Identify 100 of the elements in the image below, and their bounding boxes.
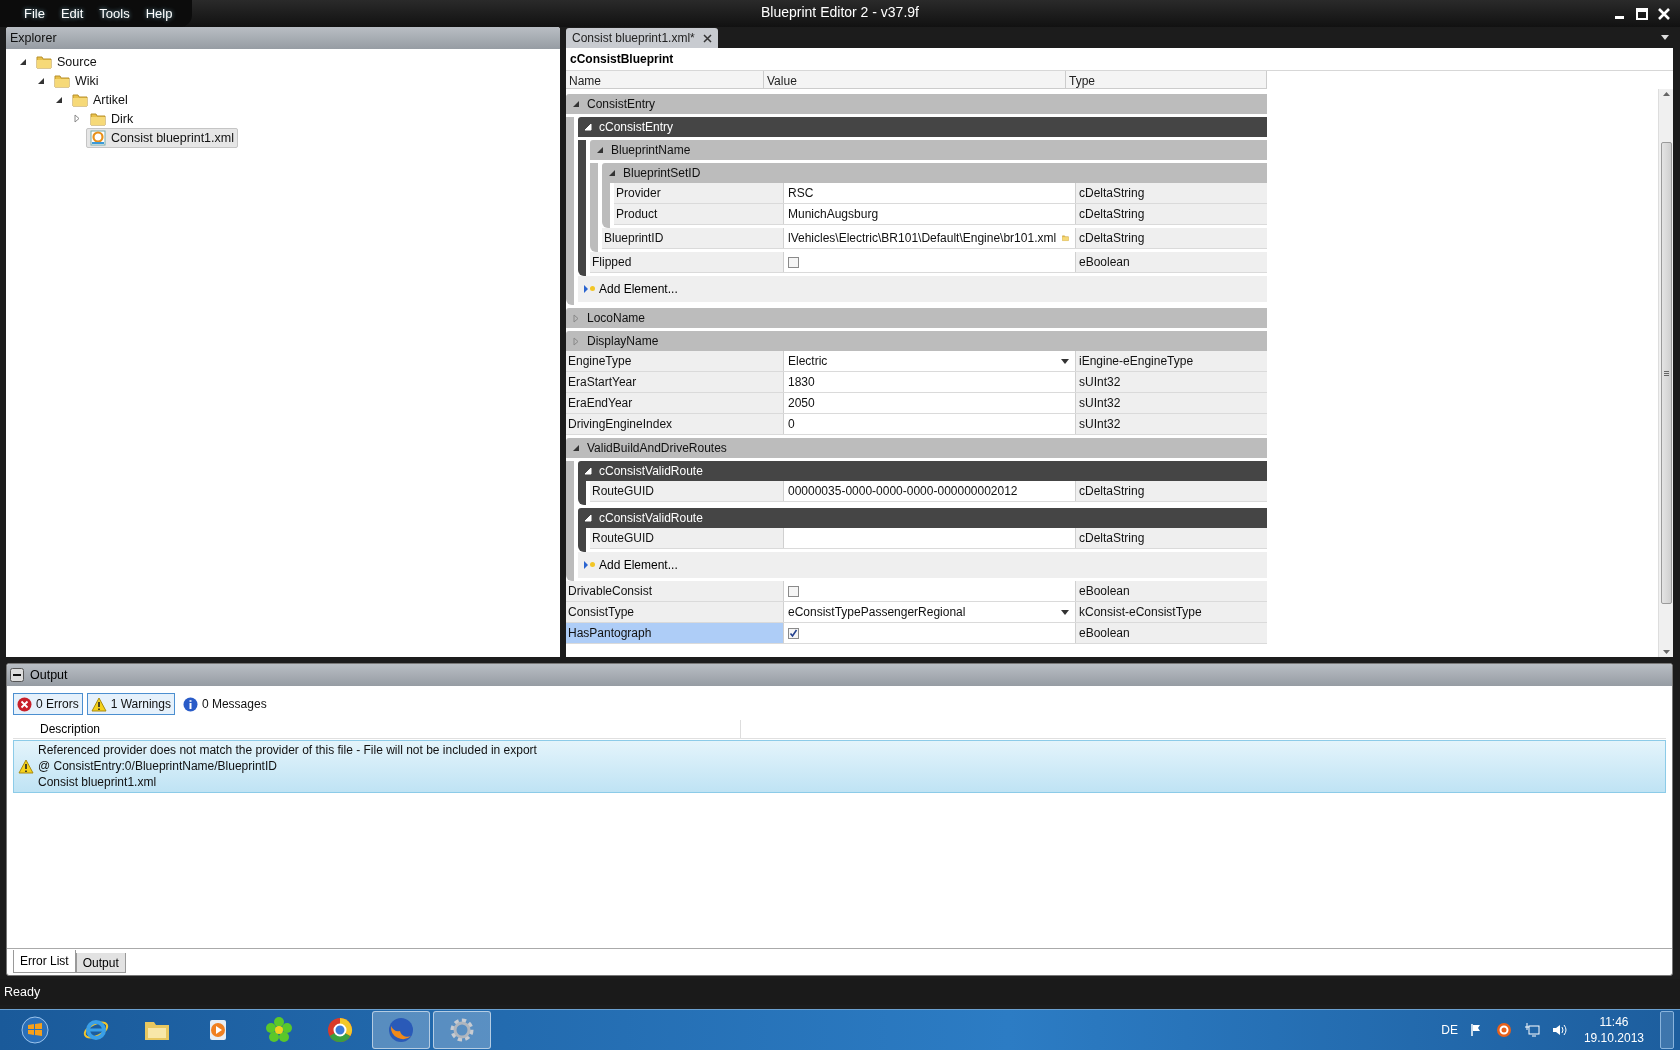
location-text: @ ConsistEntry:0/BlueprintName/BlueprintID [38, 759, 278, 774]
tree-item[interactable]: Wiki [50, 70, 103, 91]
menu-item[interactable]: Tools [91, 6, 138, 21]
grip-icon[interactable] [1663, 370, 1669, 376]
category-header[interactable]: BlueprintSetID [602, 163, 1267, 183]
category-header[interactable]: LocoName [566, 308, 1267, 328]
group-label: LocoName [587, 311, 646, 325]
folder-icon [90, 110, 106, 127]
window-title: Blueprint Editor 2 - v37.9f [761, 4, 919, 20]
element-header[interactable]: cConsistValidRoute [578, 461, 1267, 481]
info-icon [182, 696, 198, 712]
clock[interactable]: 11:46 19.10.2013 [1579, 1014, 1648, 1046]
group-label: BlueprintName [611, 143, 691, 157]
property-name[interactable]: HasPantograph [566, 623, 784, 643]
property-value[interactable]: 0 [788, 417, 1069, 431]
category-header[interactable]: DisplayName [566, 331, 1267, 351]
scrollbar[interactable] [1658, 89, 1673, 657]
property-type: sUInt32 [1076, 393, 1267, 413]
error-list-row[interactable]: Referenced provider does not match the provider of this file - File will not be included in export @ ConsistEntry:0/BlueprintName/BlueprintID Consist blueprint1.xml [13, 740, 1666, 793]
expanded-triangle-icon[interactable] [596, 146, 604, 154]
property-name[interactable]: Product [614, 204, 784, 224]
filter-toggle[interactable]: 0 Errors [13, 693, 83, 715]
property-name[interactable]: DrivingEngineIndex [566, 414, 784, 434]
property-name[interactable]: EngineType [566, 351, 784, 371]
category-header[interactable]: ValidBuildAndDriveRoutes [566, 438, 1267, 458]
property-name[interactable]: BlueprintID [602, 228, 784, 248]
caret-icon[interactable] [1061, 609, 1069, 615]
ring-icon[interactable] [1495, 1022, 1512, 1038]
maximize-icon[interactable] [1636, 7, 1648, 20]
property-name[interactable]: Provider [614, 183, 784, 203]
element-header[interactable]: cConsistValidRoute [578, 508, 1267, 528]
property-name[interactable]: RouteGUID [590, 528, 784, 548]
property-type: eBoolean [1076, 252, 1267, 272]
element-header[interactable]: cConsistEntry [578, 117, 1267, 137]
language-indicator[interactable]: DE [1441, 1023, 1458, 1037]
flower-icon [265, 1016, 293, 1044]
taskbar-button[interactable] [372, 1011, 430, 1049]
column-header[interactable]: Description [37, 720, 741, 738]
menu-item[interactable]: File [16, 6, 53, 21]
property-value[interactable]: 00000035-0000-0000-0000-000000002012 [788, 484, 1069, 498]
gear-icon [448, 1016, 476, 1044]
expanded-triangle-icon[interactable] [19, 57, 27, 66]
property-value[interactable]: RSC [788, 186, 1069, 200]
category-header[interactable]: ConsistEntry [566, 94, 1267, 114]
tree-item[interactable]: Artikel [68, 89, 132, 110]
network-icon[interactable] [1523, 1023, 1540, 1037]
tree-item[interactable]: Consist blueprint1.xml [86, 127, 238, 148]
expanded-triangle-icon[interactable] [572, 100, 580, 108]
collapsed-triangle-icon[interactable] [73, 114, 81, 123]
folder-icon [36, 53, 52, 70]
property-value[interactable]: MunichAugsburg [788, 207, 1069, 221]
filter-toggle[interactable]: 1 Warnings [86, 693, 175, 715]
menu-item[interactable]: Help [137, 6, 181, 21]
panel-tab[interactable]: Error List [13, 950, 76, 973]
filter-toggle[interactable]: 0 Messages [178, 693, 271, 715]
column-header[interactable]: Type [1066, 71, 1267, 88]
property-name[interactable]: DrivableConsist [566, 581, 784, 601]
column-header[interactable]: Name [566, 71, 764, 88]
add-element-link[interactable]: Add Element... [578, 282, 678, 296]
tricolor-circle-icon [326, 1016, 354, 1044]
document-tab[interactable]: Consist blueprint1.xml* [566, 28, 718, 48]
checkbox[interactable] [788, 585, 799, 597]
expanded-triangle-icon[interactable] [584, 123, 592, 131]
checkbox[interactable] [788, 627, 799, 639]
dropdown-icon[interactable] [1661, 35, 1669, 40]
volume-icon[interactable] [1551, 1023, 1568, 1037]
property-value[interactable]: 1830 [788, 375, 1069, 389]
category-header[interactable]: BlueprintName [590, 140, 1267, 160]
group-label: BlueprintSetID [623, 166, 701, 180]
property-type: cDeltaString [1076, 228, 1267, 248]
property-name[interactable]: ConsistType [566, 602, 784, 622]
property-value[interactable]: lVehicles\Electric\BR101\Default\Engine\br101.xml [788, 231, 1057, 245]
property-name[interactable]: EraStartYear [566, 372, 784, 392]
property-name[interactable]: EraEndYear [566, 393, 784, 413]
expanded-triangle-icon[interactable] [55, 95, 63, 104]
add-element-link[interactable]: Add Element... [578, 558, 678, 572]
property-value[interactable]: 2050 [788, 396, 1069, 410]
group-label: cConsistEntry [599, 120, 674, 134]
panel-tab[interactable]: Output [75, 953, 126, 973]
property-name[interactable]: RouteGUID [590, 481, 784, 501]
collapse-icon[interactable] [10, 668, 24, 682]
status-text: Ready [4, 985, 41, 999]
scroll-down-icon[interactable] [1662, 650, 1670, 654]
expanded-triangle-icon[interactable] [572, 444, 580, 452]
expanded-triangle-icon[interactable] [608, 169, 616, 177]
tree-item[interactable]: Dirk [86, 108, 138, 129]
expanded-triangle-icon[interactable] [584, 467, 592, 475]
property-type: iEngine-eEngineType [1076, 351, 1267, 371]
object-title: cConsistBlueprint [570, 52, 674, 66]
checkbox[interactable] [788, 256, 799, 268]
tree-item[interactable]: Source [32, 51, 101, 72]
scroll-up-icon[interactable] [1662, 92, 1670, 96]
close-icon[interactable] [702, 33, 712, 43]
column-header[interactable]: Value [764, 71, 1066, 88]
property-name[interactable]: Flipped [590, 252, 784, 272]
property-type: kConsist-eConsistType [1076, 602, 1267, 622]
caret-icon[interactable] [1061, 358, 1069, 364]
menu-item[interactable]: Edit [52, 6, 92, 21]
expanded-triangle-icon[interactable] [37, 76, 45, 85]
expanded-triangle-icon[interactable] [584, 514, 592, 522]
